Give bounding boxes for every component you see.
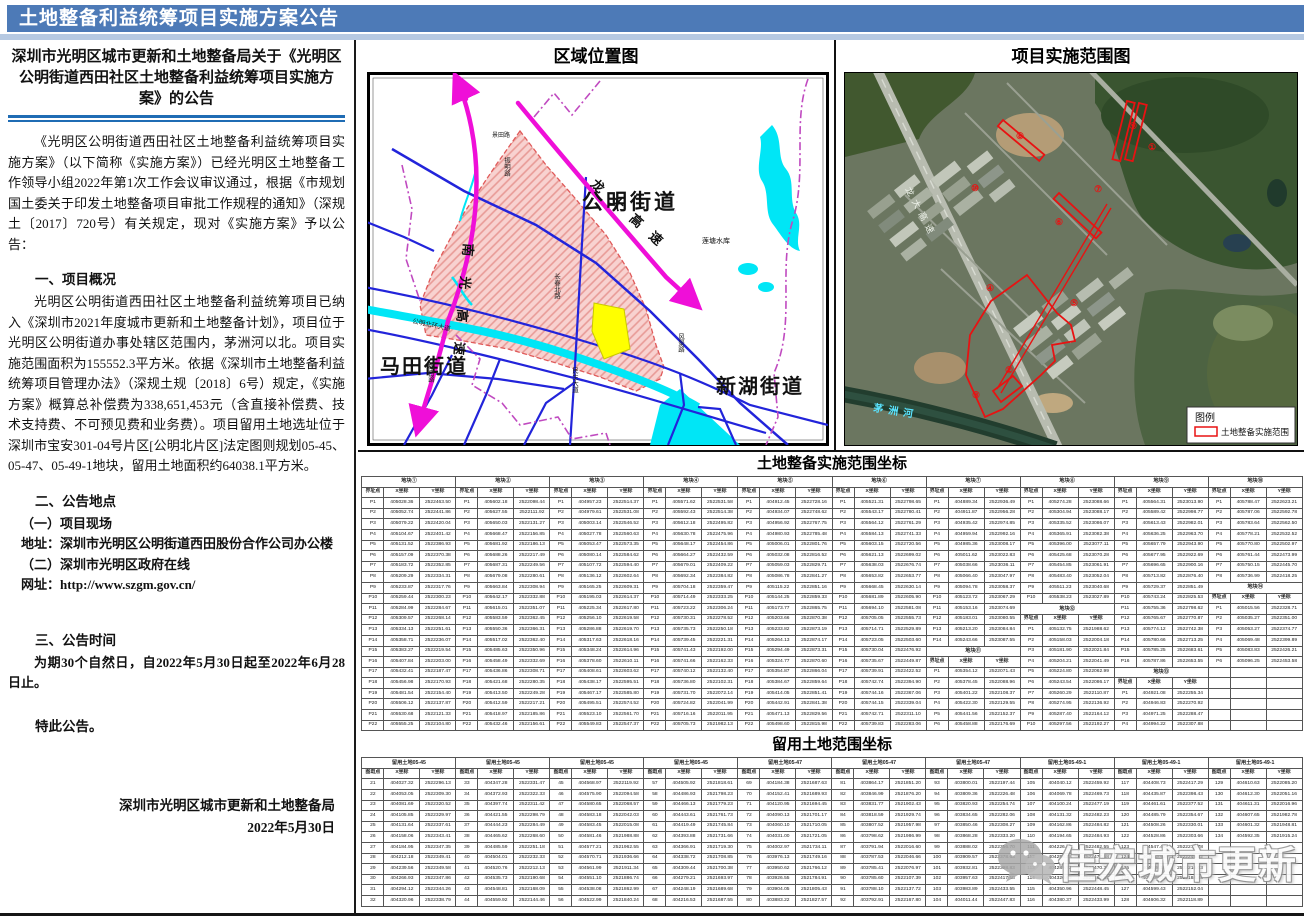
table-row: P9405233.872522317.76P9405663.842522308.… <box>362 582 1302 593</box>
table-row: P1405028.362522463.50P1405602.182522098.… <box>362 498 1302 509</box>
page-title: 土地整备利益统筹项目实施方案公告 <box>7 5 1304 32</box>
table-row: P4405104.672522401.42P4405668.472522156.… <box>362 529 1302 540</box>
table2-title: 留用土地范围坐标 <box>360 735 1304 755</box>
coordinate-tables-section: 土地整备实施范围坐标 地块①地块②地块③地块④地块⑤地块⑥地块⑦地块⑧地块⑨地块… <box>360 454 1304 912</box>
table-row: 25404131.642522337.6137404444.232522284.… <box>362 821 1302 832</box>
section2-item2: （二）深圳市光明区政府在线 <box>8 555 345 576</box>
location-map-label: 莲塘水库 <box>702 236 730 245</box>
table-row: P3405079.222522420.04P3405650.032522131.… <box>362 519 1302 530</box>
location-map-frame: 公明街道马田街道新湖街道莲塘水库龙大高速南光高速振明路长春北路松白路民生大道风景… <box>367 72 829 446</box>
scope-area-number: ③ <box>972 390 980 400</box>
scope-area-number: ④ <box>986 283 994 293</box>
table-row: 21404027.322522296.1333404347.282522331.… <box>362 779 1302 790</box>
scope-area-number: ⑧ <box>1016 131 1024 141</box>
scope-map-title: 项目实施范围图 <box>838 44 1304 70</box>
table-row: P5405131.522522386.93P5405681.922522186.… <box>362 540 1302 551</box>
legend-item-label: 土地整备实施范围 <box>1221 427 1289 437</box>
table-group-header-row: 地块①地块②地块③地块④地块⑤地块⑥地块⑦地块⑧地块⑨地块⑩ <box>362 477 1302 488</box>
doc-heading: 深圳市光明区城市更新和土地整备局关于《光明区公明街道西田社区土地整备利益统筹项目… <box>9 47 344 110</box>
legend-swatch <box>1195 427 1217 436</box>
scope-area-number: ⑩ <box>971 183 979 193</box>
table-row: P11405284.992522284.67P11405615.01252235… <box>362 604 1302 615</box>
table-row: P7405183.722522352.85P7405687.312522249.… <box>362 561 1302 572</box>
coordinate-table: 留用土地05-45留用土地05-45留用土地05-45留用土地05-45留用土地… <box>361 757 1302 906</box>
section3-body: 为期30个自然日，自2022年5月30日起至2022年6月28日止。 <box>8 653 345 694</box>
table-row: P12405309.572522268.14P12405583.59252236… <box>362 614 1302 625</box>
table-subheader-row: 图斑点X坐标Y坐标图斑点X坐标Y坐标图斑点X坐标Y坐标图斑点X坐标Y坐标图斑点X… <box>362 768 1302 779</box>
section2-title: 二、公告地点 <box>8 491 345 512</box>
section2-url: 网址：http://www.szgm.gov.cn/ <box>8 575 345 596</box>
table-row: P16405407.842522203.00P16405458.49252233… <box>362 657 1302 668</box>
table-row: P13405334.132522251.61P13405550.36252236… <box>362 625 1302 636</box>
signature-org: 深圳市光明区城市更新和土地整备局 <box>8 795 345 817</box>
section1-body: 光明区公明街道西田社区土地整备利益统筹项目已纳入《深圳市2021年度城市更新和土… <box>8 292 345 477</box>
scope-area-number: ⑥ <box>1055 217 1063 227</box>
table-row: 30404266.932522347.8642404535.732522190.… <box>362 874 1302 885</box>
table-row: P22405555.252522104.80P22405432.46252215… <box>362 720 1302 731</box>
location-map-panel: 区域位置图 <box>358 40 836 450</box>
intro-paragraph: 《光明区公明街道西田社区土地整备利益统筹项目实施方案》（以下简称《实施方案》）已… <box>8 132 345 255</box>
blue-double-rule <box>8 115 345 122</box>
table-subheader-row: 界址点X坐标Y坐标界址点X坐标Y坐标界址点X坐标Y坐标界址点X坐标Y坐标界址点X… <box>362 487 1302 498</box>
table-row: 31404294.122522344.2643404548.812522168.… <box>362 885 1302 896</box>
table-row: 28404212.182522349.4140404504.012522232.… <box>362 853 1302 864</box>
table-row: P20405506.122522137.87P20405412.59252221… <box>362 699 1302 710</box>
table-row: P10405259.442522300.23P10405642.17252233… <box>362 593 1302 604</box>
scope-area-number: ⑨ <box>1129 121 1137 131</box>
location-map-title: 区域位置图 <box>358 44 834 70</box>
table-row: 26404158.062522343.4138404465.622522268.… <box>362 832 1302 843</box>
scope-area-number: ⑦ <box>1094 184 1102 194</box>
coordinate-table: 地块①地块②地块③地块④地块⑤地块⑥地块⑦地块⑧地块⑨地块⑩界址点X坐标Y坐标界… <box>361 476 1302 731</box>
table-row: 27404184.952522347.3539404485.592522251.… <box>362 843 1302 854</box>
table1-title: 土地整备实施范围坐标 <box>360 454 1304 474</box>
section2-address: 地址：深圳市光明区公明街道西田股份合作公司办公楼 <box>8 534 345 555</box>
table-row: 24404105.852522329.9736404421.552522298.… <box>362 811 1302 822</box>
table-row: P19405481.542522154.40P19405413.50252224… <box>362 688 1302 699</box>
section2-item1: （一）项目现场 <box>8 514 345 535</box>
table-row: P2405052.742522441.86P2405627.552522111.… <box>362 508 1302 519</box>
section1-title: 一、项目概况 <box>8 269 345 290</box>
table-row: 29404239.562522349.5841404520.762522212.… <box>362 864 1302 875</box>
maps-row: 区域位置图 <box>358 40 1304 452</box>
scope-legend: 图例 土地整备实施范围 <box>1187 407 1295 443</box>
scope-coordinates-table: 地块①地块②地块③地块④地块⑤地块⑥地块⑦地块⑧地块⑨地块⑩界址点X坐标Y坐标界… <box>360 476 1304 731</box>
table-row: P14405358.712522236.07P14405517.02252236… <box>362 635 1302 646</box>
table-row: 32404320.962522338.7944404559.922522144.… <box>362 895 1302 906</box>
street-name-label: 景田路 <box>492 131 510 139</box>
scope-map-frame: 图例 土地整备实施范围 龙大高速茅洲河①②③④⑤⑥⑦⑧⑨⑩ <box>844 72 1298 446</box>
announcement-page: 土地整备利益统筹项目实施方案公告 深圳市光明区城市更新和土地整备局关于《光明区公… <box>0 0 1304 916</box>
table-row: P17405432.412522187.47P17405436.86252230… <box>362 667 1302 678</box>
scope-area-number: ① <box>1148 142 1156 152</box>
table-row: P15405383.272522219.54P15405485.63252235… <box>362 646 1302 657</box>
table-row: P21405530.682522121.33P21405418.97252218… <box>362 710 1302 721</box>
location-map-svg: 公明街道马田街道新湖街道莲塘水库龙大高速南光高速振明路长春北路松白路民生大道风景… <box>368 73 828 445</box>
scope-map-panel: 项目实施范围图 <box>838 40 1304 450</box>
table-row: P8405209.292522334.31P8405679.082522280.… <box>362 572 1302 583</box>
legend-title: 图例 <box>1195 411 1215 424</box>
scope-area-number: ⑤ <box>1070 298 1078 308</box>
announcement-text-column: 深圳市光明区城市更新和土地整备局关于《光明区公明街道西田社区土地整备利益统筹项目… <box>0 40 356 913</box>
table-row: 22404053.052522309.3034404372.932522322.… <box>362 790 1302 801</box>
table-row: 23404081.692522320.5235404397.742522311.… <box>362 800 1302 811</box>
location-map-label: 新湖街道 <box>716 374 804 398</box>
closing-line: 特此公告。 <box>8 716 345 737</box>
table-row: P18405456.982522170.93P18405421.68252228… <box>362 678 1302 689</box>
section3-title: 三、公告时间 <box>8 630 345 651</box>
signature-date: 2022年5月30日 <box>8 817 345 839</box>
retained-land-coordinates-table: 留用土地05-45留用土地05-45留用土地05-45留用土地05-45留用土地… <box>360 757 1304 906</box>
scope-area-number: ② <box>1005 365 1013 375</box>
scope-map-svg: 图例 土地整备实施范围 龙大高速茅洲河①②③④⑤⑥⑦⑧⑨⑩ <box>845 73 1297 445</box>
table-group-header-row: 留用土地05-45留用土地05-45留用土地05-45留用土地05-45留用土地… <box>362 758 1302 769</box>
table-row: P6405157.092522370.38P6405688.262522217.… <box>362 551 1302 562</box>
